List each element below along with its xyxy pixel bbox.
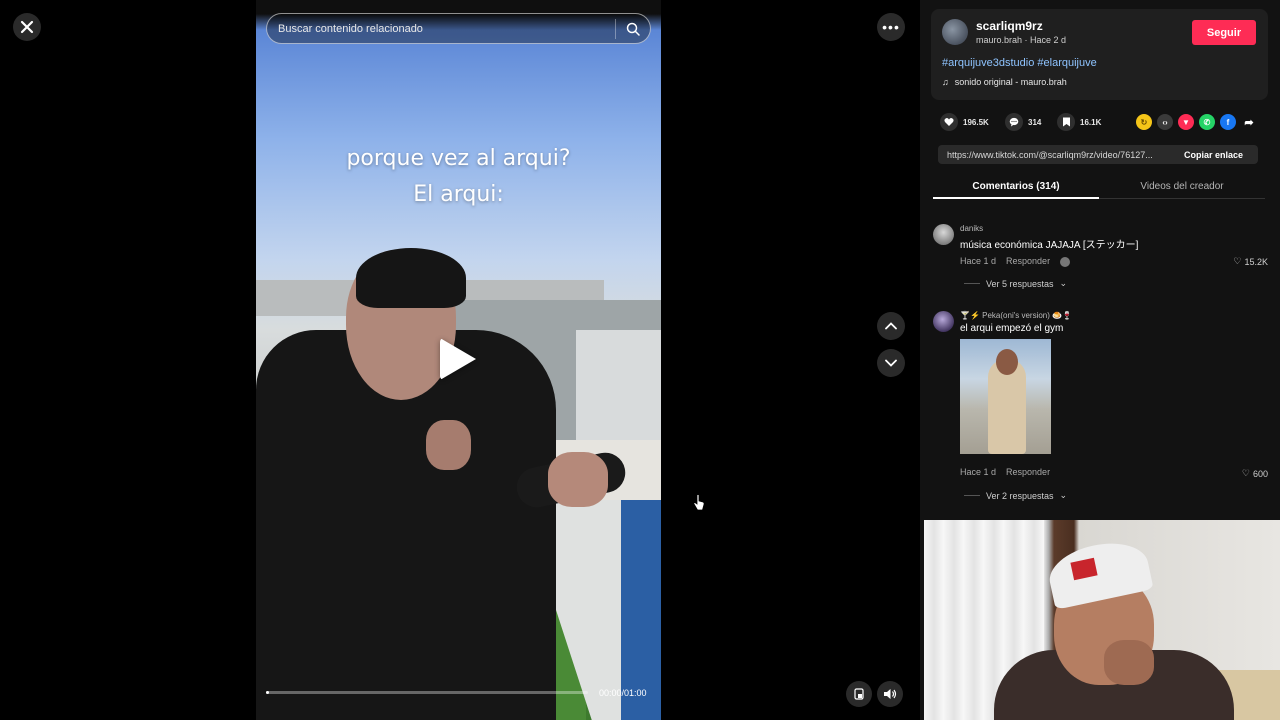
comment-username[interactable]: 🍸⚡ Peka(oni's version) 🍮🍷 — [960, 311, 1072, 320]
comment-count: 314 — [1028, 117, 1042, 127]
share-arrow-icon[interactable]: ➦ — [1241, 114, 1257, 130]
creator-like-avatar-icon — [1060, 257, 1071, 267]
follow-button[interactable]: Seguir — [1192, 20, 1256, 45]
tab-creator-videos[interactable]: Videos del creador — [1099, 177, 1265, 199]
volume-button[interactable] — [877, 681, 903, 707]
previous-video-button[interactable] — [877, 312, 905, 340]
view-replies-button[interactable]: Ver 2 respuestas ⌄ — [964, 490, 1067, 501]
share-link-row: https://www.tiktok.com/@scarliqm9rz/vide… — [938, 145, 1258, 164]
heart-outline-icon: ♡ — [1241, 468, 1250, 478]
repost-icon[interactable]: ↻ — [1136, 114, 1152, 130]
copy-link-button[interactable]: Copiar enlace — [1184, 150, 1243, 160]
facebook-icon[interactable]: f — [1220, 114, 1236, 130]
play-icon[interactable] — [440, 338, 476, 380]
comment-time: Hace 1 d — [960, 256, 997, 266]
comment-meta: Hace 1 d Responder — [960, 256, 1071, 267]
related-search-input[interactable] — [278, 22, 615, 35]
comment-text: el arqui empezó el gym — [960, 323, 1064, 334]
like-count: 196.5K — [963, 117, 989, 127]
close-icon — [20, 20, 34, 34]
chevron-down-icon — [885, 359, 897, 367]
comment-text: música económica JAJAJA [ステッカー] — [960, 240, 1139, 251]
action-bar: 196.5K 314 16.1K ↻ ‹› ▼ ✆ f ➦ — [940, 113, 1280, 133]
comment-like-button[interactable]: ♡ 15.2K — [1233, 256, 1268, 267]
progress-fill — [266, 691, 270, 694]
avatar[interactable] — [933, 311, 954, 332]
comment-image[interactable] — [960, 339, 1051, 454]
comment-meta: Hace 1 d Responder — [960, 467, 1050, 477]
reply-button[interactable]: Responder — [1006, 256, 1050, 267]
share-link-url[interactable]: https://www.tiktok.com/@scarliqm9rz/vide… — [947, 150, 1172, 160]
video-caption-line1: porque vez al arqui? — [346, 146, 571, 171]
floating-player-icon — [854, 688, 864, 700]
bookmark-icon — [1057, 113, 1075, 131]
send-icon[interactable]: ▼ — [1178, 114, 1194, 130]
save-count: 16.1K — [1080, 117, 1102, 127]
chevron-down-icon: ⌄ — [1059, 490, 1068, 500]
more-options-button[interactable]: ••• — [877, 13, 905, 41]
heart-icon — [940, 113, 958, 131]
author-avatar[interactable] — [942, 19, 968, 45]
chevron-up-icon — [885, 322, 897, 330]
webcam-overlay — [924, 520, 1280, 720]
mouse-cursor-icon — [693, 494, 705, 517]
author-card: scarliqm9rz mauro.brah · Hace 2 d Seguir… — [931, 9, 1268, 100]
sound-link[interactable]: ♫ sonido original - mauro.brah — [942, 77, 1067, 87]
replies-divider — [964, 495, 980, 496]
search-icon — [626, 22, 640, 36]
floating-player-button[interactable] — [846, 681, 872, 707]
close-button[interactable] — [13, 13, 41, 41]
search-button[interactable] — [616, 22, 650, 36]
volume-icon — [884, 689, 897, 699]
reply-button[interactable]: Responder — [1006, 467, 1050, 477]
video-player-area: porque vez al arqui? El arqui: 00:00/01:… — [0, 0, 920, 720]
like-button[interactable]: 196.5K — [940, 113, 989, 131]
related-search-bar — [266, 13, 651, 44]
comment-like-count: 600 — [1252, 468, 1268, 479]
comment-like-count: 15.2K — [1244, 256, 1268, 267]
author-subline: mauro.brah · Hace 2 d — [976, 35, 1067, 45]
comment-item: 🍸⚡ Peka(oni's version) 🍮🍷 el arqui empez… — [933, 311, 1268, 501]
hashtags[interactable]: #arquijuve3dstudio #elarquijuve — [942, 57, 1097, 69]
video-caption-line2: El arqui: — [413, 182, 504, 207]
more-icon: ••• — [882, 19, 900, 35]
view-replies-label: Ver 2 respuestas — [986, 490, 1054, 501]
view-replies-button[interactable]: Ver 5 respuestas ⌄ — [964, 278, 1067, 289]
video-frame[interactable]: porque vez al arqui? El arqui: 00:00/01:… — [256, 0, 661, 720]
next-video-button[interactable] — [877, 349, 905, 377]
whatsapp-icon[interactable]: ✆ — [1199, 114, 1215, 130]
chevron-down-icon: ⌄ — [1059, 278, 1068, 288]
comment-button[interactable]: 314 — [1005, 113, 1041, 131]
tab-comments[interactable]: Comentarios (314) — [933, 177, 1099, 199]
replies-divider — [964, 283, 980, 284]
comment-username[interactable]: daniks — [960, 224, 983, 233]
panel-tabs: Comentarios (314) Videos del creador — [933, 177, 1268, 199]
heart-outline-icon: ♡ — [1233, 256, 1242, 266]
avatar[interactable] — [933, 224, 954, 245]
music-note-icon: ♫ — [942, 77, 949, 87]
view-replies-label: Ver 5 respuestas — [986, 278, 1054, 289]
comment-time: Hace 1 d — [960, 467, 997, 477]
save-button[interactable]: 16.1K — [1057, 113, 1101, 131]
author-username[interactable]: scarliqm9rz — [976, 19, 1043, 33]
time-label: 00:00/01:00 — [599, 688, 647, 698]
comment-like-button[interactable]: ♡ 600 — [1242, 468, 1268, 479]
embed-icon[interactable]: ‹› — [1157, 114, 1173, 130]
sound-label: sonido original - mauro.brah — [954, 77, 1067, 87]
progress-bar[interactable] — [266, 691, 588, 694]
comment-icon — [1005, 113, 1023, 131]
comment-item: daniks música económica JAJAJA [ステッカー] H… — [933, 224, 1268, 294]
